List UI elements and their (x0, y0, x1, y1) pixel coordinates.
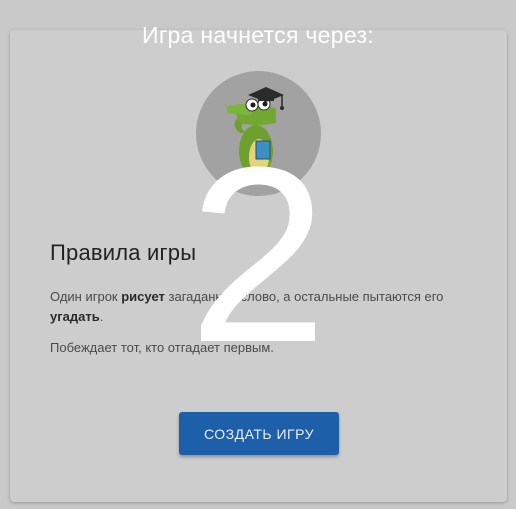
countdown-label: Игра начнется через: (141, 22, 374, 48)
create-game-button[interactable]: СОЗДАТЬ ИГРУ (179, 412, 339, 455)
game-screen: Правила игры Один игрок рисует загадaнно… (0, 0, 516, 509)
countdown-number: 2 (188, 115, 328, 394)
